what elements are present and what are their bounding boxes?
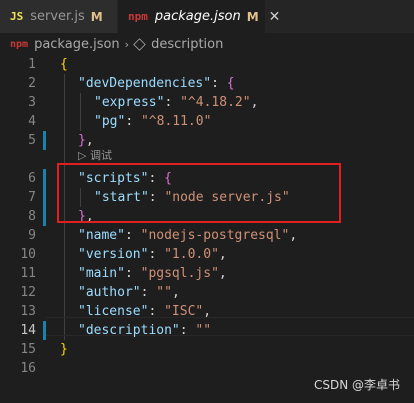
json-key: "devDependencies" [78,76,212,91]
comma: , [289,228,298,243]
brace: } [78,133,86,148]
json-key: "main" [78,266,125,281]
annotation-highlight-box [57,163,341,223]
code-editor[interactable]: 1 { 2 "devDependencies": { 3 "express": … [0,55,414,403]
comma: , [203,304,212,319]
comma: , [218,247,227,262]
javascript-file-icon: JS [10,10,24,23]
colon: : [148,304,165,319]
line-number: 13 [20,304,36,319]
close-icon[interactable]: ✕ [269,9,281,25]
brace: { [60,57,68,72]
editor-tab-bar: JS server.js M npm package.json M ✕ [0,0,414,33]
line-number: 16 [20,361,36,376]
json-string: "^4.18.2" [180,95,251,110]
line-number: 5 [28,133,36,148]
modified-badge: M [246,9,259,24]
colon: : [124,228,141,243]
json-string: "1.0.0" [164,247,219,262]
line-number: 1 [28,57,36,72]
code-line: 12 "author": "", [0,283,414,302]
modified-badge: M [90,9,103,24]
tab-package-json[interactable]: npm package.json M ✕ [118,0,280,33]
line-number: 3 [28,95,36,110]
json-key: "license" [78,304,149,319]
tab-server-js[interactable]: JS server.js M [0,0,118,33]
json-key: "pg" [94,114,126,129]
brace: } [60,342,68,357]
json-string: "ISC" [164,304,204,319]
code-line: 2 "devDependencies": { [0,74,414,93]
json-key: "name" [78,228,125,243]
json-string: "pgsql.js" [140,266,219,281]
json-string: "^8.11.0" [140,114,212,129]
json-string: "" [156,285,172,300]
debug-codelens[interactable]: ▷ 调试 [78,148,112,164]
colon: : [164,95,181,110]
line-number: 10 [20,247,36,262]
code-line: 11 "main": "pgsql.js", [0,264,414,283]
colon: : [140,285,157,300]
code-line: 13 "license": "ISC", [0,302,414,321]
code-line: 4 "pg": "^8.11.0" [0,112,414,131]
brace: { [226,76,235,91]
breadcrumb-item[interactable]: description [151,37,223,52]
code-line: 15 } [0,340,414,359]
line-number: 2 [28,76,36,91]
json-string: "" [195,323,212,338]
line-number: 7 [28,190,36,205]
json-key: "author" [78,285,141,300]
line-number: 15 [20,342,36,357]
code-line: 3 "express": "^4.18.2", [0,93,414,112]
breadcrumb: npm package.json › description [0,33,414,55]
json-key: "description" [78,323,180,338]
comma: , [171,285,180,300]
line-number: 11 [20,266,36,281]
property-icon [133,37,146,51]
line-number: 6 [28,171,36,186]
breadcrumb-file[interactable]: package.json [34,37,120,52]
colon: : [211,76,227,91]
json-string: "nodejs-postgresql" [140,228,290,243]
tab-label: server.js [30,9,85,24]
line-number: 14 [20,323,36,338]
line-number: 12 [20,285,36,300]
tab-label: package.json [154,9,241,24]
colon: : [124,266,141,281]
line-number: 8 [28,209,36,224]
colon: : [179,323,196,338]
colon: : [125,114,141,129]
comma: , [218,266,227,281]
code-line: 1 { [0,55,414,74]
npm-file-icon: npm [128,10,148,23]
comma: , [250,95,259,110]
code-line: 14 "description": "" [0,321,414,340]
json-key: "express" [94,95,165,110]
comma: , [85,133,94,148]
chevron-right-icon: › [124,37,130,51]
watermark: CSDN @李卓书 [313,378,400,392]
line-number: 4 [28,114,36,129]
line-number: 9 [28,228,36,243]
code-line: 10 "version": "1.0.0", [0,245,414,264]
colon: : [148,247,165,262]
code-line: 9 "name": "nodejs-postgresql", [0,226,414,245]
code-line: 5 }, [0,131,414,150]
npm-file-icon: npm [10,38,29,50]
json-key: "version" [78,247,149,262]
